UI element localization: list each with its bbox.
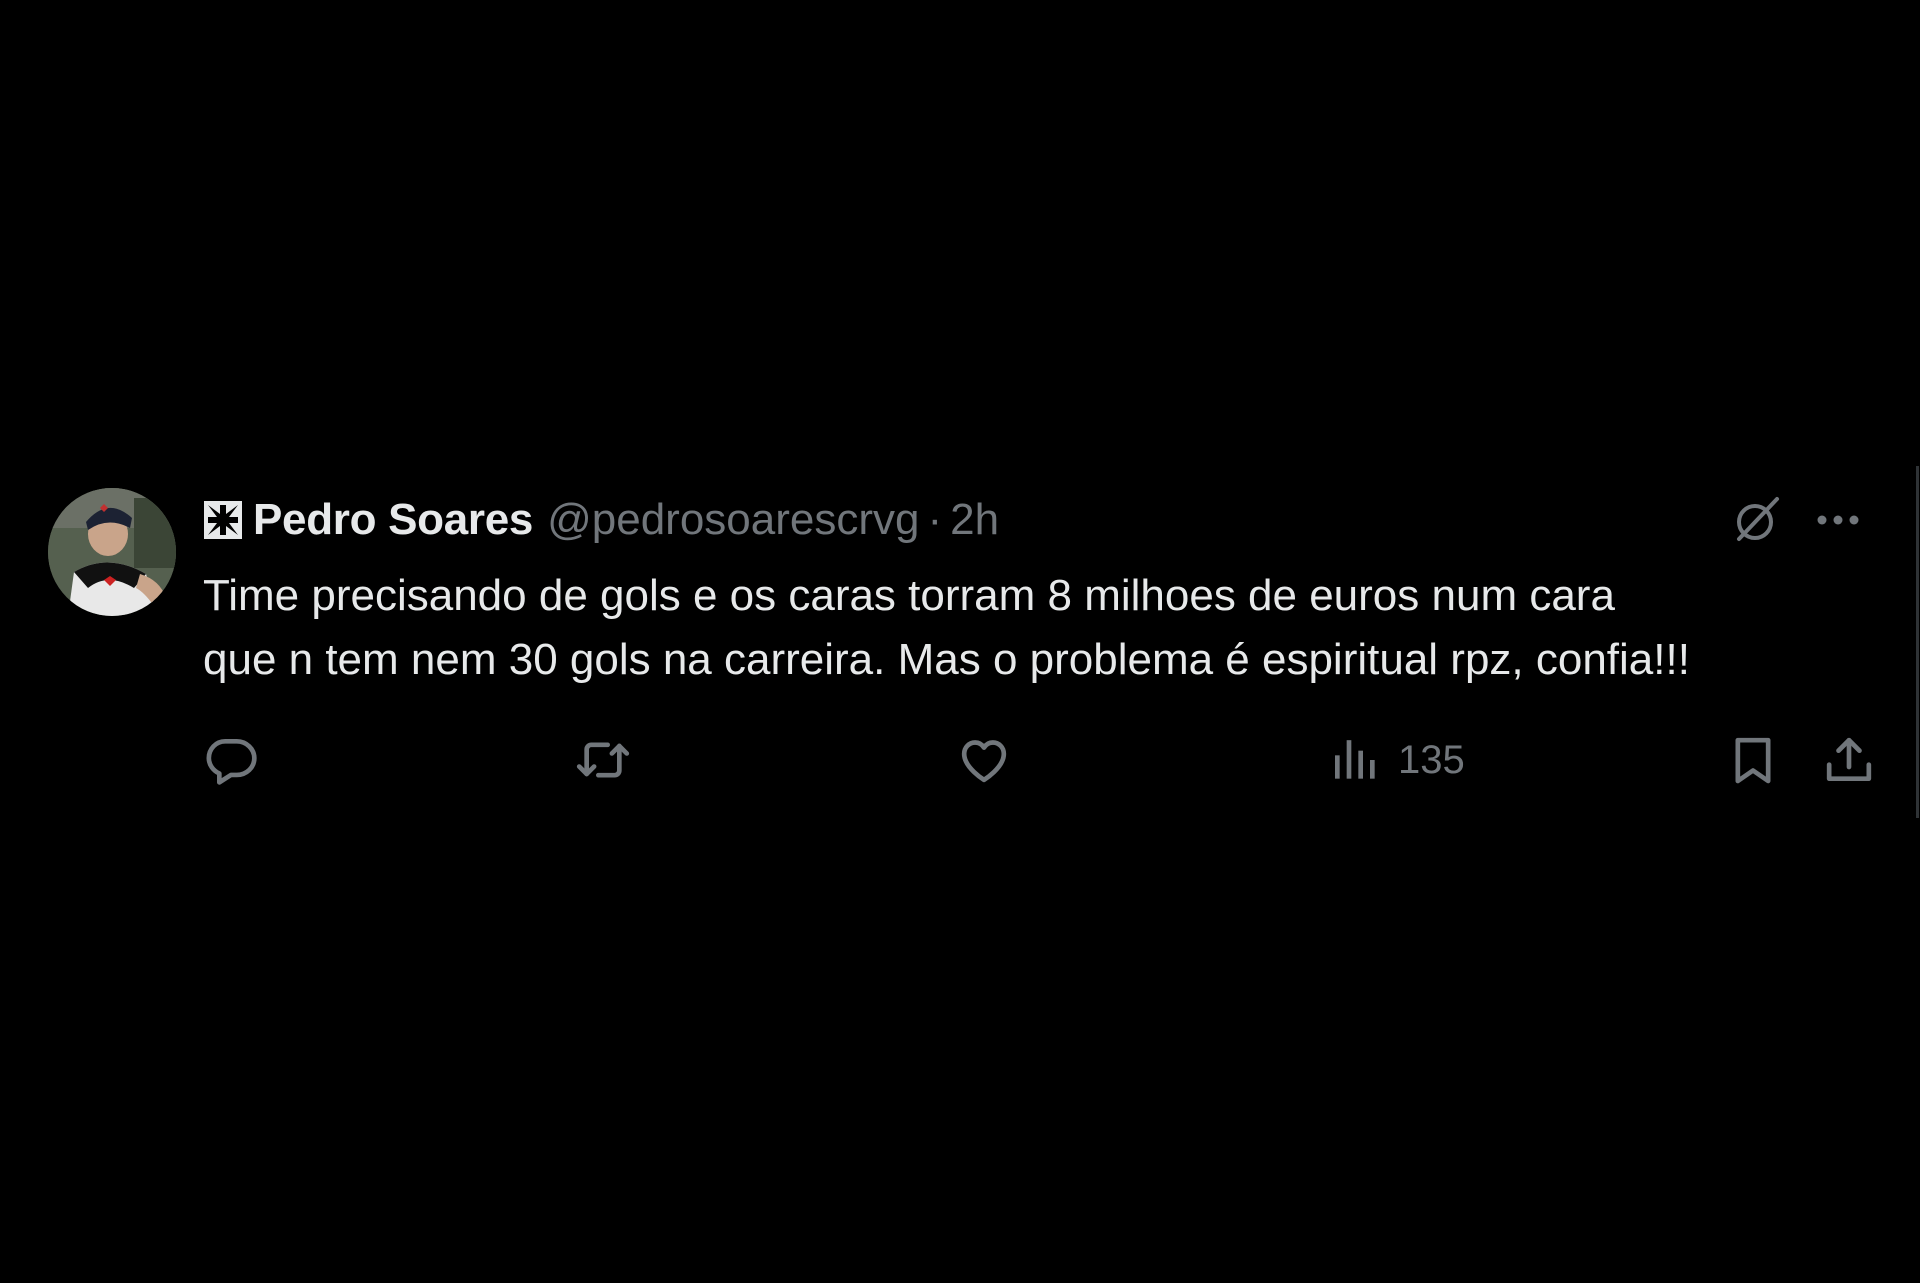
reply-icon bbox=[206, 739, 257, 785]
more-icon[interactable] bbox=[1813, 495, 1863, 545]
retweet-icon bbox=[576, 742, 630, 778]
avatar[interactable] bbox=[48, 488, 176, 616]
heart-icon bbox=[961, 740, 1007, 783]
page: Pedro Soares @pedrosoarescrvg · 2h Time … bbox=[0, 0, 1920, 1283]
tweet-action-bar: 135 bbox=[203, 728, 1872, 792]
views-button[interactable]: 135 bbox=[1328, 728, 1465, 792]
separator-dot: · bbox=[927, 495, 943, 544]
share-button[interactable] bbox=[1821, 728, 1877, 792]
bookmark-icon bbox=[1735, 737, 1771, 784]
views-count: 135 bbox=[1398, 737, 1465, 782]
share-icon bbox=[1826, 737, 1872, 781]
retweet-button[interactable] bbox=[575, 728, 645, 792]
user-handle[interactable]: @pedrosoarescrvg bbox=[547, 495, 919, 545]
views-icon bbox=[1335, 740, 1375, 779]
bookmark-button[interactable] bbox=[1725, 728, 1781, 792]
tweet-header: Pedro Soares @pedrosoarescrvg · 2h bbox=[203, 494, 1863, 546]
timestamp[interactable]: 2h bbox=[950, 495, 999, 545]
reply-button[interactable] bbox=[203, 728, 273, 792]
scrollbar[interactable] bbox=[1916, 466, 1919, 818]
tweet-header-actions bbox=[1727, 494, 1863, 546]
grok-icon[interactable] bbox=[1727, 491, 1785, 549]
tweet-text: Time precisando de gols e os caras torra… bbox=[203, 571, 1690, 684]
avatar-image bbox=[48, 488, 176, 616]
cross-pattee-icon bbox=[204, 501, 242, 539]
tweet[interactable]: Pedro Soares @pedrosoarescrvg · 2h Time … bbox=[48, 488, 1872, 798]
display-name[interactable]: Pedro Soares bbox=[253, 495, 533, 545]
like-button[interactable] bbox=[956, 728, 1026, 792]
